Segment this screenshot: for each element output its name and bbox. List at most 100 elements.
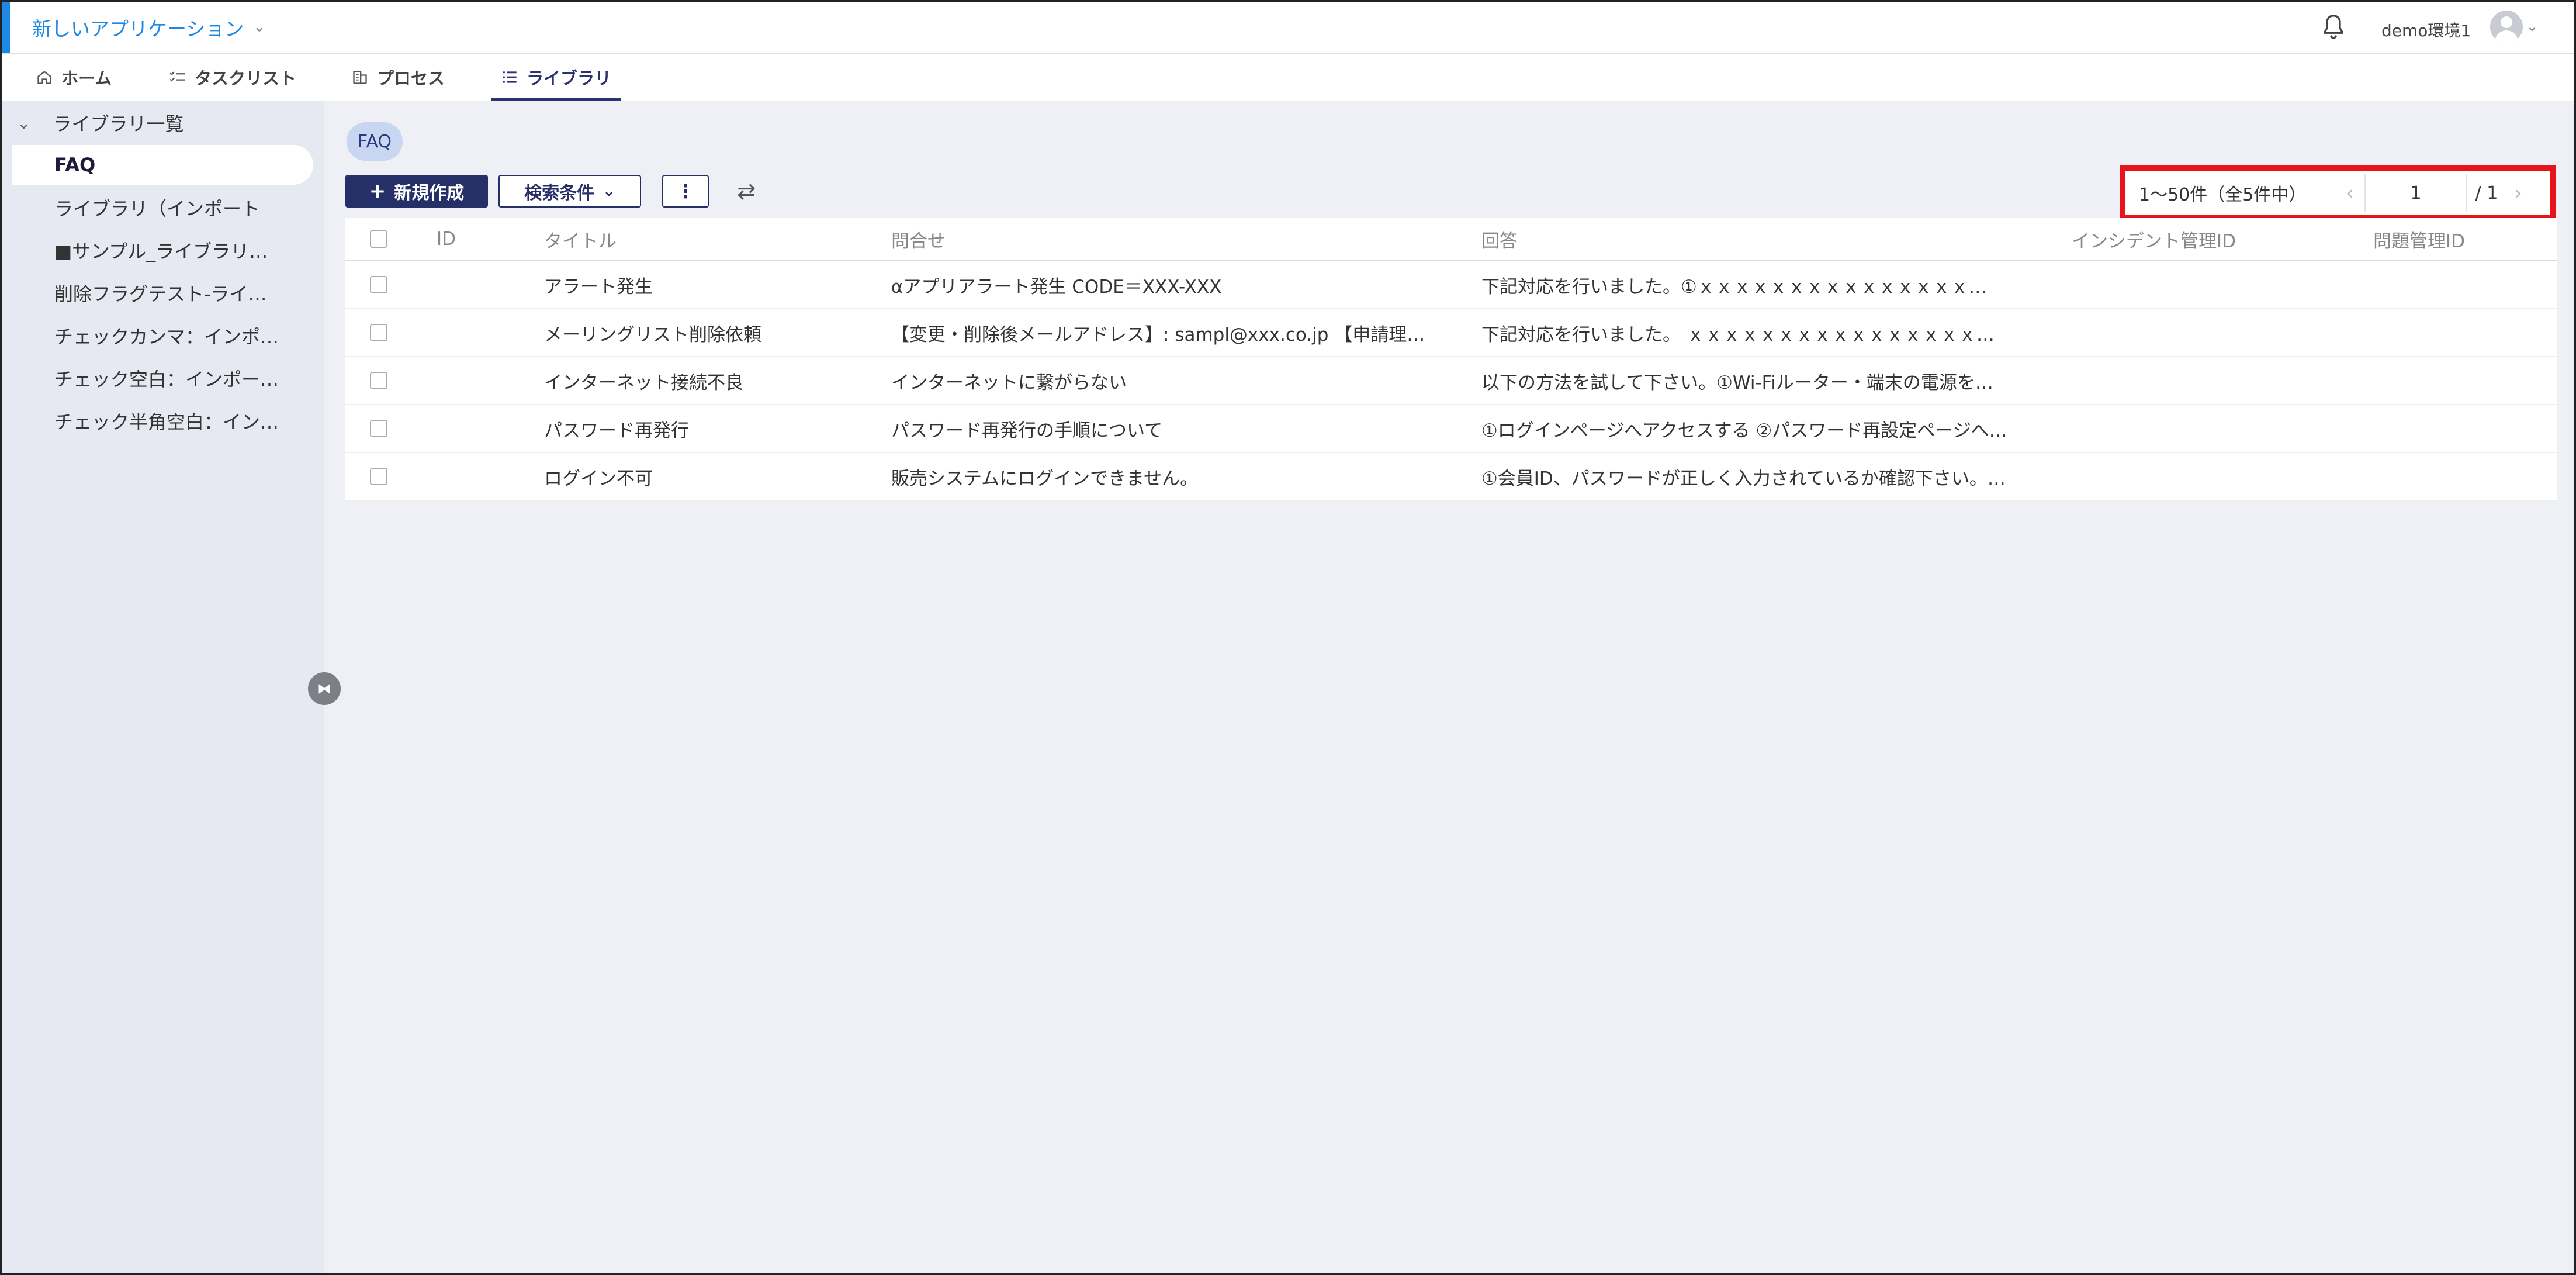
chevron-down-icon: ⌄	[17, 113, 31, 133]
cell-incident-id	[2072, 405, 2364, 452]
cell-id	[437, 357, 524, 404]
tab-tasklist[interactable]: タスクリスト	[169, 54, 296, 101]
sidebar-item-label: ■サンプル_ライブラリ…	[54, 240, 268, 262]
cell-problem-id	[2373, 309, 2549, 356]
column-header-incident-id[interactable]: インシデント管理ID	[2072, 218, 2364, 260]
row-checkbox[interactable]	[370, 324, 387, 341]
sidebar-item-label: チェック半角空白：イン…	[54, 411, 279, 433]
select-all-cell	[370, 218, 393, 260]
sidebar-item-label: FAQ	[54, 154, 96, 176]
cell-id	[437, 261, 524, 308]
new-create-label: 新規作成	[394, 183, 465, 203]
cell-incident-id	[2072, 453, 2364, 500]
table-row[interactable]: パスワード再発行 パスワード再発行の手順について ①ログインページへアクセスする…	[345, 405, 2557, 453]
sidebar-item-library-import[interactable]: ライブラリ（インポート	[12, 188, 313, 227]
cell-incident-id	[2072, 309, 2364, 356]
cell-problem-id	[2373, 357, 2549, 404]
cell-incident-id	[2072, 357, 2364, 404]
pagination-total: / 1	[2475, 182, 2498, 203]
sidebar-item-delete-flag-test[interactable]: 削除フラグテスト-ライ…	[12, 273, 313, 313]
cell-inquiry: αアプリアラート発生 CODE＝XXX-XXX	[891, 276, 1222, 298]
search-conditions-button[interactable]: 検索条件 ⌄	[498, 175, 641, 208]
sidebar-item-sample-library[interactable]: ■サンプル_ライブラリ…	[12, 230, 313, 270]
sidebar-item-check-comma[interactable]: チェックカンマ：インポ…	[12, 316, 313, 355]
row-select-cell	[370, 261, 393, 308]
app-window: 新しいアプリケーション ⌄ demo環境1 ⌄ ホーム タスクリスト プロセス …	[0, 0, 2576, 1275]
column-header-problem-id[interactable]: 問題管理ID	[2373, 218, 2549, 260]
row-select-cell	[370, 405, 393, 452]
column-header-title[interactable]: タイトル	[544, 218, 871, 260]
cell-problem-id	[2373, 261, 2549, 308]
row-checkbox[interactable]	[370, 276, 387, 293]
bell-icon[interactable]	[2321, 13, 2346, 42]
chevron-down-icon[interactable]: ⌄	[253, 18, 266, 36]
sidebar-item-label: 削除フラグテスト-ライ…	[54, 283, 267, 305]
plus-icon: +	[369, 179, 386, 203]
new-create-button[interactable]: + 新規作成	[345, 175, 488, 208]
tab-tasklist-label: タスクリスト	[195, 68, 297, 88]
cell-id	[437, 405, 524, 452]
chevron-down-icon: ⌄	[603, 182, 615, 200]
row-select-cell	[370, 453, 393, 500]
pagination: 1〜50件（全5件中） ‹ 1 / 1 ›	[2120, 165, 2556, 220]
avatar-chevron-down-icon[interactable]: ⌄	[2526, 18, 2538, 34]
row-checkbox[interactable]	[370, 372, 387, 389]
swap-arrows-icon[interactable]: ⇄	[732, 177, 760, 205]
library-tree-root[interactable]: ⌄ ライブラリ一覧	[17, 106, 183, 139]
search-conditions-label: 検索条件	[524, 183, 595, 203]
cell-title: インターネット接続不良	[544, 372, 743, 393]
cell-inquiry: 【変更・削除後メールアドレス】: sampl@xxx.co.jp 【申請理…	[891, 324, 1425, 345]
app-title[interactable]: 新しいアプリケーション	[32, 13, 244, 42]
accent-stripe	[2, 2, 10, 53]
row-checkbox[interactable]	[370, 420, 387, 437]
avatar[interactable]	[2490, 11, 2523, 43]
library-chip: FAQ	[347, 122, 403, 161]
tab-library[interactable]: ライブラリ	[491, 54, 621, 101]
table-row[interactable]: インターネット接続不良 インターネットに繋がらない 以下の方法を試して下さい。①…	[345, 357, 2557, 405]
home-icon	[36, 68, 53, 86]
sidebar-item-faq[interactable]: FAQ	[12, 145, 313, 185]
table-row[interactable]: メーリングリスト削除依頼 【変更・削除後メールアドレス】: sampl@xxx.…	[345, 309, 2557, 357]
sidebar-item-check-halfwidth-space[interactable]: チェック半角空白：イン…	[12, 401, 313, 441]
cell-problem-id	[2373, 453, 2549, 500]
cell-answer: ①会員ID、パスワードが正しく入力されているか確認下さい。…	[1481, 468, 2006, 489]
cell-title: アラート発生	[544, 276, 653, 298]
table-row[interactable]: ログイン不可 販売システムにログインできません。 ①会員ID、パスワードが正しく…	[345, 453, 2557, 501]
tab-process-label: プロセス	[377, 68, 445, 88]
avatar-head	[2501, 16, 2512, 28]
cell-title: ログイン不可	[544, 468, 653, 489]
cell-id	[437, 309, 524, 356]
row-select-cell	[370, 309, 393, 356]
table-row[interactable]: アラート発生 αアプリアラート発生 CODE＝XXX-XXX 下記対応を行いまし…	[345, 261, 2557, 309]
tab-home[interactable]: ホーム	[36, 54, 112, 101]
cell-inquiry: パスワード再発行の手順について	[891, 420, 1163, 441]
library-tree-root-label: ライブラリ一覧	[53, 113, 184, 135]
tab-process[interactable]: プロセス	[351, 54, 445, 101]
list-icon	[501, 68, 518, 86]
cell-answer: 下記対応を行いました。 ｘｘｘｘｘｘｘｘｘｘｘｘｘｘｘｘ…	[1481, 324, 1995, 345]
page-number-input[interactable]: 1	[2364, 174, 2467, 212]
cell-answer: 下記対応を行いました。①ｘｘｘｘｘｘｘｘｘｘｘｘｘｘｘ…	[1481, 276, 1987, 298]
pagination-range: 1〜50件（全5件中）	[2139, 185, 2307, 205]
more-options-icon[interactable]: ⋮	[662, 175, 709, 208]
sidebar-collapse-icon[interactable]: ⧓	[308, 672, 341, 705]
cell-incident-id	[2072, 261, 2364, 308]
chevron-left-icon[interactable]: ‹	[2335, 181, 2364, 205]
select-all-checkbox[interactable]	[370, 230, 387, 248]
column-header-inquiry[interactable]: 問合せ	[891, 218, 1464, 260]
row-checkbox[interactable]	[370, 468, 387, 485]
cell-answer: ①ログインページへアクセスする ②パスワード再設定ページへ…	[1481, 420, 2007, 441]
cell-title: パスワード再発行	[544, 420, 689, 441]
cell-inquiry: インターネットに繋がらない	[891, 372, 1127, 393]
environment-label[interactable]: demo環境1	[2381, 18, 2471, 42]
sidebar-item-label: チェック空白：インポー…	[54, 368, 279, 391]
sidebar-item-check-space[interactable]: チェック空白：インポー…	[12, 358, 313, 398]
library-sidebar: ⌄ ライブラリ一覧 FAQ ライブラリ（インポート ■サンプル_ライブラリ… 削…	[2, 101, 324, 1273]
column-header-id[interactable]: ID	[437, 218, 524, 260]
cell-problem-id	[2373, 405, 2549, 452]
avatar-body	[2495, 30, 2518, 43]
cell-answer: 以下の方法を試して下さい。①Wi-Fiルーター・端末の電源を…	[1481, 372, 1993, 393]
building-icon	[351, 68, 369, 86]
chevron-right-icon[interactable]: ›	[2506, 181, 2530, 205]
column-header-answer[interactable]: 回答	[1481, 218, 2060, 260]
